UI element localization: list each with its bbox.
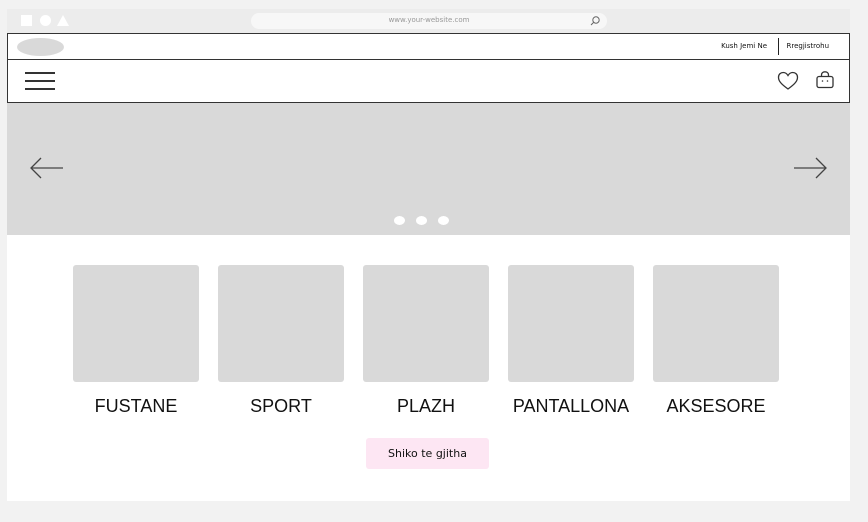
window-square-control[interactable] bbox=[21, 15, 32, 26]
navbar bbox=[7, 60, 850, 103]
category-card[interactable]: FUSTANE bbox=[73, 265, 199, 416]
hero-carousel[interactable] bbox=[7, 103, 850, 235]
search-icon[interactable] bbox=[589, 15, 601, 27]
about-us-link[interactable]: Kush Jemi Ne bbox=[721, 42, 767, 50]
category-label[interactable]: PANTALLONA bbox=[488, 396, 654, 417]
category-label[interactable]: SPORT bbox=[198, 396, 364, 417]
category-label[interactable]: AKSESORE bbox=[633, 396, 799, 417]
register-link[interactable]: Rregjistrohu bbox=[787, 42, 830, 50]
category-card[interactable]: SPORT bbox=[218, 265, 344, 416]
category-image[interactable] bbox=[653, 265, 779, 382]
arrow-left-icon[interactable] bbox=[29, 155, 65, 181]
view-all-button[interactable]: Shiko te gjitha bbox=[366, 438, 489, 469]
browser-bar: www.your-website.com bbox=[7, 9, 850, 33]
category-label[interactable]: PLAZH bbox=[343, 396, 509, 417]
carousel-dot[interactable] bbox=[394, 216, 405, 225]
carousel-dot[interactable] bbox=[416, 216, 427, 225]
logo[interactable] bbox=[17, 38, 64, 56]
window-triangle-control[interactable] bbox=[57, 15, 69, 26]
category-image[interactable] bbox=[218, 265, 344, 382]
address-url[interactable]: www.your-website.com bbox=[251, 16, 607, 24]
arrow-right-icon[interactable] bbox=[792, 155, 828, 181]
category-label[interactable]: FUSTANE bbox=[53, 396, 219, 417]
page: Kush Jemi Ne Rregjistrohu FUSTANE SPORT … bbox=[7, 33, 850, 501]
category-image[interactable] bbox=[508, 265, 634, 382]
divider bbox=[778, 38, 779, 55]
address-bar[interactable]: www.your-website.com bbox=[251, 13, 607, 29]
carousel-dot[interactable] bbox=[438, 216, 449, 225]
heart-icon[interactable] bbox=[777, 71, 799, 91]
category-card[interactable]: PLAZH bbox=[363, 265, 489, 416]
category-card[interactable]: PANTALLONA bbox=[508, 265, 634, 416]
hamburger-menu-icon[interactable] bbox=[25, 72, 55, 92]
shopping-bag-icon[interactable] bbox=[815, 70, 835, 90]
carousel-dots bbox=[392, 216, 462, 226]
category-card[interactable]: AKSESORE bbox=[653, 265, 779, 416]
top-utility-bar: Kush Jemi Ne Rregjistrohu bbox=[7, 33, 850, 60]
category-image[interactable] bbox=[73, 265, 199, 382]
window-circle-control[interactable] bbox=[40, 15, 51, 26]
category-image[interactable] bbox=[363, 265, 489, 382]
